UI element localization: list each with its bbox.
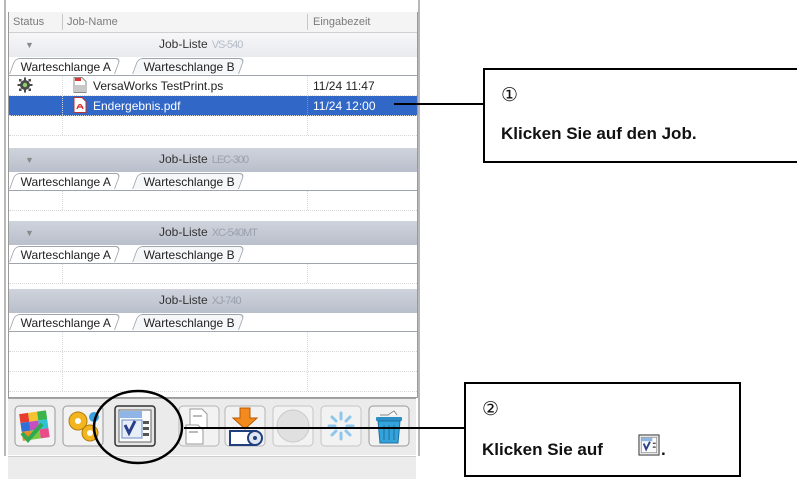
tab-label: Warteschlange A xyxy=(20,60,111,74)
printer-model: XC-540MT xyxy=(211,227,258,239)
tab-label: Warteschlange B xyxy=(143,175,235,189)
empty-row xyxy=(9,116,417,136)
group-header[interactable]: Job-Liste XJ-740 xyxy=(9,289,417,313)
pdf-file-icon xyxy=(73,97,87,113)
group-title: Job-Liste xyxy=(159,225,208,239)
printer-model: XJ-740 xyxy=(211,295,242,307)
column-job-name[interactable]: Job-Name xyxy=(67,16,118,28)
column-status[interactable]: Status xyxy=(13,16,44,28)
tab-queue-a[interactable]: Warteschlange A xyxy=(9,58,122,74)
queue-tabs: Warteschlange A Warteschlange B xyxy=(9,57,417,76)
cancel-spinner-icon[interactable] xyxy=(318,403,364,449)
tab-label: Warteschlange A xyxy=(20,248,111,262)
group-header[interactable]: ▼ Job-Liste XC-540MT xyxy=(9,221,417,245)
group-title: Job-Liste xyxy=(159,152,208,166)
job-time: 11/24 11:47 xyxy=(313,79,375,93)
step-instruction: Klicken Sie auf xyxy=(482,440,603,459)
job-name: Endergebnis.pdf xyxy=(93,99,181,113)
disabled-circle-icon[interactable] xyxy=(270,403,316,449)
tab-queue-a[interactable]: Warteschlange A xyxy=(9,314,122,330)
trash-bin-icon[interactable] xyxy=(366,403,412,449)
tab-queue-b[interactable]: Warteschlange B xyxy=(132,314,245,330)
empty-row xyxy=(9,352,417,372)
tab-label: Warteschlange A xyxy=(20,316,111,330)
queue-tabs: Warteschlange A Warteschlange B xyxy=(9,172,417,191)
job-row-selected[interactable]: Endergebnis.pdf 11/24 12:00 xyxy=(9,96,417,116)
tab-queue-b[interactable]: Warteschlange B xyxy=(132,246,245,262)
queue-tabs: Warteschlange A Warteschlange B xyxy=(9,245,417,264)
callout-step-1: ① Klicken Sie auf den Job. xyxy=(483,68,797,163)
panel-right-border xyxy=(418,0,420,456)
job-name: VersaWorks TestPrint.ps xyxy=(93,79,224,93)
tab-label: Warteschlange A xyxy=(20,175,111,189)
empty-row xyxy=(9,264,417,284)
status-bar xyxy=(8,456,416,479)
ps-file-icon xyxy=(73,77,87,93)
step-number: ① xyxy=(501,85,519,106)
print-to-disk-icon[interactable] xyxy=(222,403,268,449)
callout-step-2: ② Klicken Sie auf . xyxy=(464,382,741,477)
collapse-triangle-icon[interactable]: ▼ xyxy=(25,228,34,238)
queue-tabs: Warteschlange A Warteschlange B xyxy=(9,313,417,332)
job-settings-icon xyxy=(638,434,660,456)
step-instruction-suffix: . xyxy=(661,440,666,459)
job-row[interactable]: VersaWorks TestPrint.ps 11/24 11:47 xyxy=(9,76,417,96)
job-time: 11/24 12:00 xyxy=(313,99,376,113)
tab-queue-b[interactable]: Warteschlange B xyxy=(132,58,245,74)
step-number: ② xyxy=(482,399,500,420)
collapse-triangle-icon[interactable]: ▼ xyxy=(25,155,34,165)
group-title: Job-Liste xyxy=(159,37,208,51)
tab-queue-b[interactable]: Warteschlange B xyxy=(132,173,245,189)
empty-row xyxy=(9,191,417,211)
group-header[interactable]: ▼ Job-Liste VS-540 xyxy=(9,33,417,57)
callout-leader-line xyxy=(184,427,464,429)
empty-row xyxy=(9,372,417,392)
callout-leader-line xyxy=(394,103,484,105)
step-instruction: Klicken Sie auf den Job. xyxy=(501,124,697,143)
column-input-time[interactable]: Eingabezeit xyxy=(313,16,371,28)
tab-label: Warteschlange B xyxy=(143,316,235,330)
printer-model: VS-540 xyxy=(211,39,244,51)
tab-queue-a[interactable]: Warteschlange A xyxy=(9,173,122,189)
color-check-icon[interactable] xyxy=(12,403,58,449)
empty-row xyxy=(9,332,417,352)
printer-model: LEC-300 xyxy=(211,154,249,166)
gear-icon xyxy=(17,77,33,93)
column-header: Status Job-Name Eingabezeit xyxy=(9,12,417,33)
versaworks-queue-panel: Status Job-Name Eingabezeit ▼ Job-Liste V… xyxy=(2,0,420,479)
group-header[interactable]: ▼ Job-Liste LEC-300 xyxy=(9,148,417,172)
tab-queue-a[interactable]: Warteschlange A xyxy=(9,246,122,262)
tab-label: Warteschlange B xyxy=(143,248,235,262)
panel-left-border xyxy=(4,0,6,456)
collapse-triangle-icon[interactable]: ▼ xyxy=(25,40,34,50)
highlight-circle xyxy=(92,389,184,465)
job-list: Status Job-Name Eingabezeit ▼ Job-Liste V… xyxy=(8,12,418,398)
column-divider[interactable] xyxy=(307,14,308,30)
group-title: Job-Liste xyxy=(159,293,208,307)
column-divider[interactable] xyxy=(62,14,63,30)
tab-label: Warteschlange B xyxy=(143,60,235,74)
